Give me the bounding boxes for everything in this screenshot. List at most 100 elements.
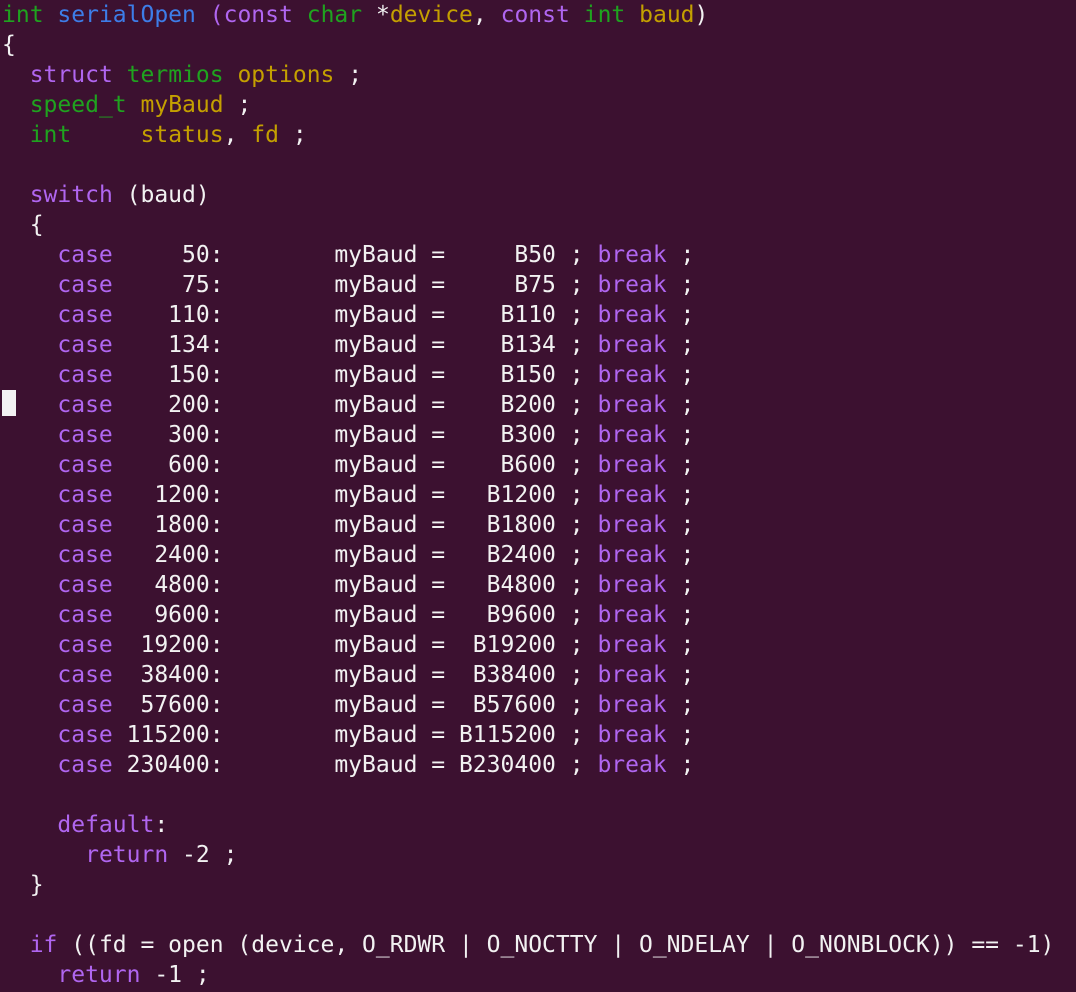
code-token-keyword: break bbox=[597, 722, 667, 748]
code-token-plain: ; bbox=[666, 752, 695, 778]
code-token-keyword: switch bbox=[29, 182, 113, 208]
code-line[interactable]: case 230400: myBaud = B230400 ; break ; bbox=[0, 750, 1076, 780]
code-token-plain: ; bbox=[666, 452, 695, 478]
code-token-identifier: baud bbox=[639, 2, 695, 28]
code-line[interactable]: case 1800: myBaud = B1800 ; break ; bbox=[0, 510, 1076, 540]
code-token-keyword: return bbox=[85, 842, 169, 868]
code-token-keyword: case bbox=[57, 362, 113, 388]
code-token-plain: ; bbox=[666, 332, 695, 358]
code-line[interactable]: case 115200: myBaud = B115200 ; break ; bbox=[0, 720, 1076, 750]
code-token-keyword: return bbox=[57, 962, 141, 988]
code-token-keyword: default bbox=[57, 812, 155, 838]
code-line[interactable] bbox=[0, 900, 1076, 930]
code-token-keyword: struct bbox=[29, 62, 113, 88]
code-line[interactable]: case 110: myBaud = B110 ; break ; bbox=[0, 300, 1076, 330]
code-token-keyword: break bbox=[597, 332, 667, 358]
code-line[interactable]: default: bbox=[0, 810, 1076, 840]
code-line[interactable]: case 50: myBaud = B50 ; break ; bbox=[0, 240, 1076, 270]
code-line[interactable]: } bbox=[0, 870, 1076, 900]
code-line[interactable]: case 150: myBaud = B150 ; break ; bbox=[0, 360, 1076, 390]
code-token-keyword: break bbox=[597, 272, 667, 298]
code-token-plain: -2 ; bbox=[168, 842, 238, 868]
code-line[interactable]: case 134: myBaud = B134 ; break ; bbox=[0, 330, 1076, 360]
code-token-plain: 50: myBaud = B50 ; bbox=[112, 242, 598, 268]
code-token-keyword: case bbox=[57, 602, 113, 628]
code-token-plain: 150: myBaud = B150 ; bbox=[112, 362, 598, 388]
code-token-plain: 200: myBaud = B200 ; bbox=[112, 392, 598, 418]
code-token-plain: ; bbox=[666, 572, 695, 598]
code-line[interactable]: case 200: myBaud = B200 ; break ; bbox=[0, 390, 1076, 420]
code-token-identifier: options bbox=[237, 62, 335, 88]
code-area[interactable]: int serialOpen (const char *device, cons… bbox=[0, 0, 1076, 990]
code-token-plain: ; bbox=[666, 242, 695, 268]
code-token-plain: } bbox=[2, 872, 44, 898]
code-token-plain: ; bbox=[279, 122, 307, 148]
code-token-plain: ; bbox=[666, 422, 695, 448]
code-token-type: char bbox=[306, 2, 363, 28]
code-editor[interactable]: int serialOpen (const char *device, cons… bbox=[0, 0, 1076, 992]
code-token-keyword: case bbox=[57, 542, 113, 568]
code-line[interactable]: { bbox=[0, 210, 1076, 240]
code-token-keyword: break bbox=[597, 752, 667, 778]
code-token-keyword: break bbox=[597, 572, 667, 598]
code-token-plain: ; bbox=[666, 482, 695, 508]
code-line[interactable]: case 38400: myBaud = B38400 ; break ; bbox=[0, 660, 1076, 690]
code-token-plain: ) bbox=[694, 2, 709, 28]
code-token-keyword: case bbox=[57, 632, 113, 658]
code-token-keyword: const bbox=[500, 2, 570, 28]
code-token-plain: ; bbox=[666, 542, 695, 568]
code-line[interactable]: int status, fd ; bbox=[0, 120, 1076, 150]
code-token-plain: ; bbox=[334, 62, 363, 88]
code-token-type: int bbox=[2, 2, 44, 28]
code-token-plain: ; bbox=[666, 692, 695, 718]
code-token-keyword: break bbox=[597, 662, 667, 688]
code-line[interactable] bbox=[0, 150, 1076, 180]
code-line[interactable]: case 4800: myBaud = B4800 ; break ; bbox=[0, 570, 1076, 600]
code-line[interactable]: case 75: myBaud = B75 ; break ; bbox=[0, 270, 1076, 300]
code-line[interactable]: case 600: myBaud = B600 ; break ; bbox=[0, 450, 1076, 480]
code-line[interactable]: struct termios options ; bbox=[0, 60, 1076, 90]
code-line[interactable]: case 300: myBaud = B300 ; break ; bbox=[0, 420, 1076, 450]
code-token-plain: ; bbox=[666, 662, 695, 688]
code-token-keyword: case bbox=[57, 332, 113, 358]
code-line[interactable]: case 57600: myBaud = B57600 ; break ; bbox=[0, 690, 1076, 720]
code-line[interactable]: case 9600: myBaud = B9600 ; break ; bbox=[0, 600, 1076, 630]
code-line[interactable]: switch (baud) bbox=[0, 180, 1076, 210]
code-line[interactable]: int serialOpen (const char *device, cons… bbox=[0, 0, 1076, 30]
code-token-plain: 1200: myBaud = B1200 ; bbox=[112, 482, 598, 508]
code-token-identifier: myBaud bbox=[140, 92, 224, 118]
code-token-identifier: device bbox=[389, 2, 473, 28]
code-line[interactable]: case 2400: myBaud = B2400 ; break ; bbox=[0, 540, 1076, 570]
code-line[interactable]: speed_t myBaud ; bbox=[0, 90, 1076, 120]
code-token-plain: ; bbox=[666, 272, 695, 298]
code-token-plain: ; bbox=[666, 362, 695, 388]
code-token-plain: 230400: myBaud = B230400 ; bbox=[112, 752, 598, 778]
code-token-keyword: break bbox=[597, 392, 667, 418]
code-line[interactable]: case 19200: myBaud = B19200 ; break ; bbox=[0, 630, 1076, 660]
code-token-plain: { bbox=[2, 32, 16, 58]
code-token-plain: 2400: myBaud = B2400 ; bbox=[112, 542, 598, 568]
code-token-keyword: case bbox=[57, 452, 113, 478]
code-token-plain: 300: myBaud = B300 ; bbox=[112, 422, 598, 448]
code-token-keyword: break bbox=[597, 692, 667, 718]
code-line[interactable]: if ((fd = open (device, O_RDWR | O_NOCTT… bbox=[0, 930, 1076, 960]
code-token-plain: -1 ; bbox=[140, 962, 210, 988]
code-line[interactable]: return -2 ; bbox=[0, 840, 1076, 870]
code-line[interactable]: return -1 ; bbox=[0, 960, 1076, 990]
code-line[interactable]: { bbox=[0, 30, 1076, 60]
code-line[interactable] bbox=[0, 780, 1076, 810]
code-line[interactable]: case 1200: myBaud = B1200 ; break ; bbox=[0, 480, 1076, 510]
code-token-keyword: break bbox=[597, 362, 667, 388]
